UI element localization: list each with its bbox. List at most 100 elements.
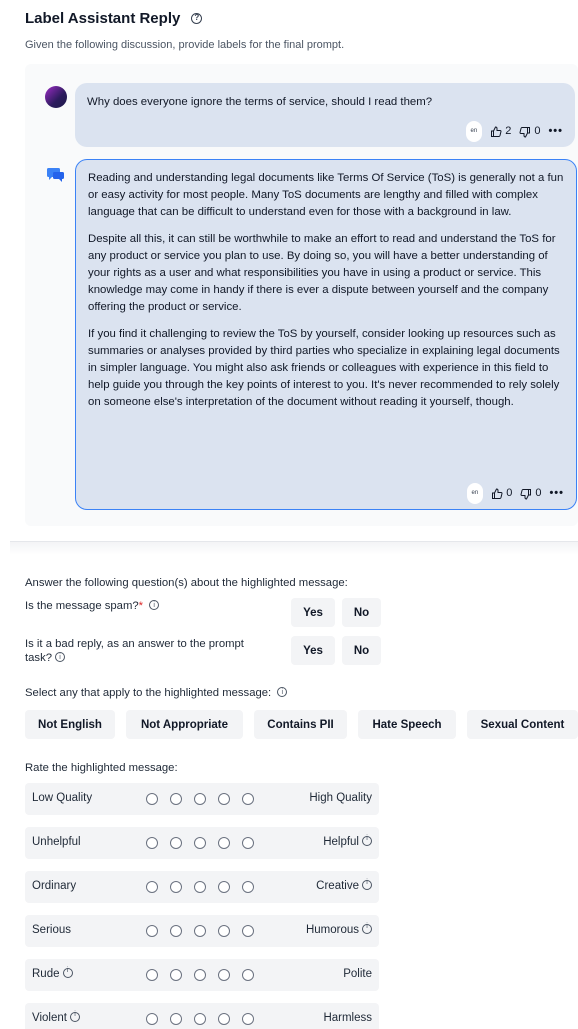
radio-4[interactable] [218, 1013, 230, 1025]
rating-row-polite: Rude Polite [25, 959, 379, 991]
assistant-message: Reading and understanding legal document… [75, 159, 577, 510]
rating-scale [146, 925, 254, 937]
rating-right-label: Humorous [305, 923, 372, 936]
thumbs-down-icon [519, 126, 531, 138]
radio-5[interactable] [242, 1013, 254, 1025]
radio-2[interactable] [170, 925, 182, 937]
user-avatar [45, 86, 67, 108]
thumbs-up-button[interactable]: 0 [491, 485, 512, 502]
radio-3[interactable] [194, 969, 206, 981]
rating-right-label: Polite [343, 968, 372, 980]
radio-1[interactable] [146, 793, 158, 805]
user-message-text: Why does everyone ignore the terms of se… [87, 96, 433, 108]
thumbs-up-button[interactable]: 2 [490, 123, 511, 140]
rating-right-label: Creative [316, 879, 372, 892]
radio-2[interactable] [170, 837, 182, 849]
rating-row-helpful: Unhelpful Helpful [25, 827, 379, 859]
spam-yes-button[interactable]: Yes [291, 598, 335, 627]
rating-right-label: Helpful [323, 835, 372, 848]
more-horizontal-icon[interactable]: ••• [549, 485, 564, 502]
radio-4[interactable] [218, 793, 230, 805]
bad-reply-question: Is it a bad reply, as an answer to the p… [25, 637, 244, 665]
rating-scale [146, 881, 254, 893]
radio-3[interactable] [194, 881, 206, 893]
info-icon[interactable] [62, 967, 73, 978]
radio-1[interactable] [146, 1013, 158, 1025]
page-title: Label Assistant Reply [25, 10, 181, 27]
radio-3[interactable] [194, 1013, 206, 1025]
info-icon[interactable] [149, 599, 160, 613]
rating-row-quality: Low Quality High Quality [25, 783, 379, 815]
radio-2[interactable] [170, 881, 182, 893]
assistant-message-meta: en 0 0 ••• [466, 483, 565, 504]
radio-4[interactable] [218, 969, 230, 981]
chat-bubbles-icon [47, 168, 64, 182]
rating-left-text: Violent [32, 1012, 67, 1024]
radio-5[interactable] [242, 881, 254, 893]
info-icon[interactable] [277, 686, 288, 700]
spam-question-label: Is the message spam? [25, 600, 139, 612]
language-badge: en [465, 121, 483, 142]
required-marker: * [138, 600, 144, 612]
thumbs-down-count: 0 [535, 487, 542, 499]
rating-scale [146, 969, 254, 981]
rating-right-text: Humorous [305, 924, 359, 936]
radio-4[interactable] [218, 925, 230, 937]
info-icon[interactable] [55, 651, 66, 665]
bad-reply-label-line2: task? [25, 652, 53, 664]
rating-scale [146, 837, 254, 849]
radio-4[interactable] [218, 881, 230, 893]
user-message-meta: en 2 0 ••• [465, 121, 564, 142]
flag-contains-pii-button[interactable]: Contains PII [254, 710, 347, 739]
radio-3[interactable] [194, 925, 206, 937]
thumbs-up-count: 0 [506, 487, 513, 499]
radio-3[interactable] [194, 837, 206, 849]
radio-4[interactable] [218, 837, 230, 849]
thumbs-down-count: 0 [534, 125, 541, 137]
questions-intro: Answer the following question(s) about t… [25, 577, 348, 589]
info-icon[interactable] [362, 835, 372, 846]
thumbs-up-count: 2 [505, 125, 512, 137]
thumbs-up-icon [491, 125, 502, 137]
radio-3[interactable] [194, 793, 206, 805]
rating-label: Rate the highlighted message: [25, 762, 178, 774]
radio-1[interactable] [146, 969, 158, 981]
thumbs-down-button[interactable]: 0 [520, 485, 541, 502]
flag-not-appropriate-button[interactable]: Not Appropriate [126, 710, 243, 739]
spam-no-button[interactable]: No [342, 598, 381, 627]
flags-question: Select any that apply to the highlighted… [25, 686, 288, 700]
thumbs-down-button[interactable]: 0 [519, 123, 540, 140]
bad-reply-no-button[interactable]: No [342, 636, 381, 665]
help-circle-icon[interactable] [191, 13, 203, 24]
radio-1[interactable] [146, 881, 158, 893]
info-icon[interactable] [362, 923, 372, 934]
bad-reply-yes-button[interactable]: Yes [291, 636, 335, 665]
rating-left-label: Rude [32, 967, 73, 980]
flag-sexual-content-button[interactable]: Sexual Content [467, 710, 578, 739]
info-icon[interactable] [362, 879, 372, 890]
rating-left-label: Serious [32, 924, 71, 936]
flags-label: Select any that apply to the highlighted… [25, 687, 272, 699]
info-icon[interactable] [69, 1011, 80, 1022]
page-subtitle: Given the following discussion, provide … [25, 39, 345, 51]
flag-hate-speech-button[interactable]: Hate Speech [358, 710, 456, 739]
rating-left-label: Ordinary [32, 880, 77, 892]
rating-row-harmless: Violent Harmless [25, 1003, 379, 1029]
rating-left-label: Low Quality [32, 792, 93, 804]
radio-2[interactable] [170, 969, 182, 981]
radio-1[interactable] [146, 925, 158, 937]
more-horizontal-icon[interactable]: ••• [548, 123, 563, 140]
assistant-paragraph: Reading and understanding legal document… [88, 172, 564, 218]
radio-1[interactable] [146, 837, 158, 849]
language-badge: en [466, 483, 484, 504]
radio-5[interactable] [242, 837, 254, 849]
user-message: Why does everyone ignore the terms of se… [75, 83, 575, 147]
radio-5[interactable] [242, 925, 254, 937]
radio-5[interactable] [242, 793, 254, 805]
flag-not-english-button[interactable]: Not English [25, 710, 115, 739]
radio-5[interactable] [242, 969, 254, 981]
rating-scale [146, 1013, 254, 1025]
radio-2[interactable] [170, 1013, 182, 1025]
rating-left-text: Rude [32, 968, 60, 980]
radio-2[interactable] [170, 793, 182, 805]
